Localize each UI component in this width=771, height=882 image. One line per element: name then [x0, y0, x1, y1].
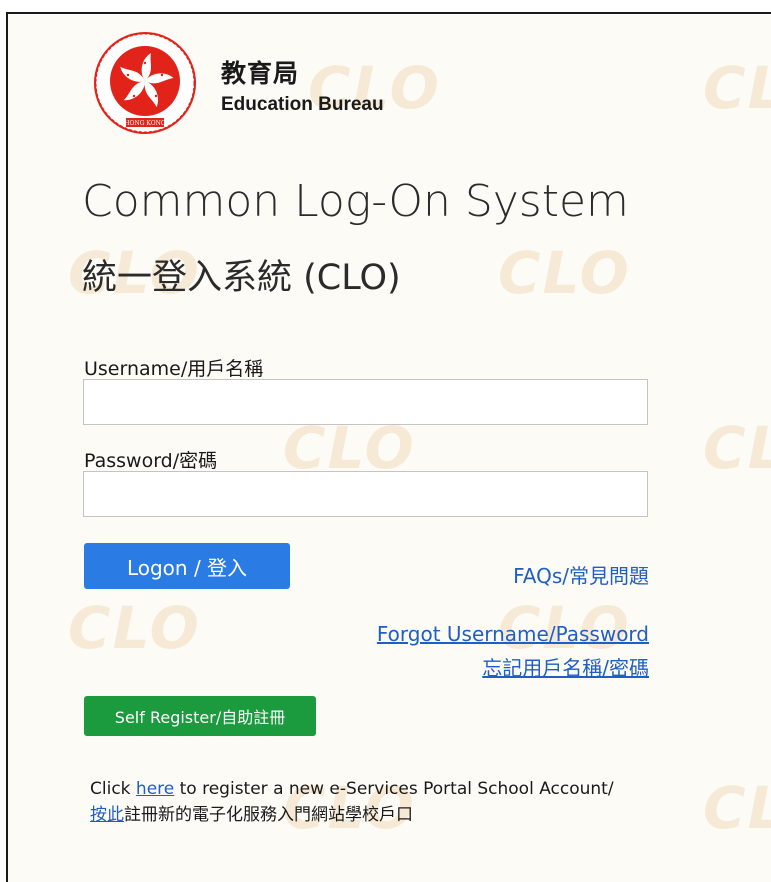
watermark: CLO [498, 239, 631, 307]
page-title-zh: 統一登入系統 (CLO) [82, 258, 401, 298]
register-here-link-zh[interactable]: 按此 [90, 805, 124, 825]
register-school-account-note: Click here to register a new e-Services … [90, 776, 614, 828]
forgot-credentials-link-en[interactable]: Forgot Username/Password [377, 622, 649, 646]
note-suffix-zh: 註冊新的電子化服務入門網站學校戶口 [124, 805, 413, 825]
svg-text:HONG KONG: HONG KONG [124, 120, 166, 127]
login-panel: CLO CLO CLO CLO CLO CLO CLO CLO CLO CLO [6, 12, 771, 882]
page-title-en: Common Log-On System [82, 176, 629, 227]
note-suffix: to register a new e-Services Portal Scho… [174, 779, 614, 799]
logon-button[interactable]: Logon / 登入 [84, 543, 290, 589]
bureau-name-en: Education Bureau [221, 94, 384, 115]
faq-link[interactable]: FAQs/常見問題 [513, 560, 649, 589]
forgot-credentials-link-zh[interactable]: 忘記用戶名稱/密碼 [482, 652, 649, 681]
watermark: CLO [703, 414, 771, 482]
password-label: Password/密碼 [84, 450, 218, 472]
bureau-name-zh: 教育局 [221, 59, 300, 88]
hksar-emblem-logo: HONG KONG [93, 31, 198, 136]
username-input[interactable] [83, 379, 648, 425]
note-prefix: Click [90, 779, 136, 799]
username-label: Username/用戶名稱 [84, 358, 264, 380]
watermark: CLO [703, 774, 771, 842]
watermark: CLO [68, 594, 201, 662]
register-here-link[interactable]: here [136, 779, 174, 799]
password-input[interactable] [83, 471, 648, 517]
watermark: CLO [703, 54, 771, 122]
self-register-button[interactable]: Self Register/自助註冊 [84, 696, 316, 736]
